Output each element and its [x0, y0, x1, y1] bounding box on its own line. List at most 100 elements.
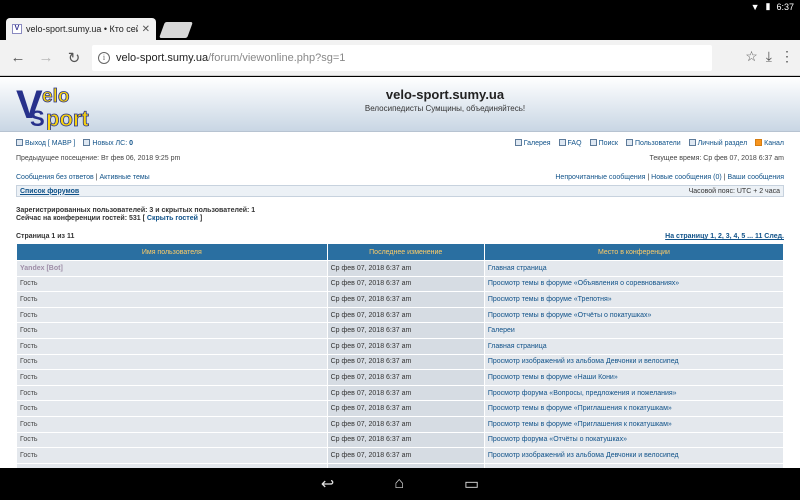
nav-back-icon[interactable]: ↩ — [321, 474, 334, 494]
timezone-text: Часовой пояс: UTC + 2 часа — [688, 187, 780, 195]
breadcrumb: Список форумов Часовой пояс: UTC + 2 час… — [16, 185, 784, 197]
cell-last-update: Ср фев 07, 2018 6:37 am — [326, 353, 485, 371]
logout-link[interactable]: Выход [ MABP ] — [25, 140, 75, 147]
close-tab-icon[interactable]: ✕ — [142, 24, 150, 35]
cell-last-update: Ср фев 07, 2018 6:37 am — [326, 291, 485, 308]
user-nav: Выход [ MABP ] Новых ЛС: 0 Галерея FAQ П… — [16, 139, 784, 147]
battery-icon: ▮ — [765, 1, 771, 11]
cell-last-update: Ср фев 07, 2018 6:37 am — [326, 306, 485, 324]
cell-username: Гость — [16, 431, 328, 449]
current-time-text: Текущее время: Ср фев 07, 2018 6:37 am — [649, 155, 784, 162]
search-link[interactable]: Поиск — [599, 140, 618, 147]
forward-arrow-icon[interactable]: → — [32, 49, 60, 66]
android-status-bar: ▼ ▮ 6:37 — [0, 0, 800, 14]
column-header-last-update[interactable]: Последнее изменение — [326, 243, 485, 261]
cell-username: Гость — [16, 291, 328, 308]
cell-username: Гость — [16, 337, 328, 355]
cell-location[interactable]: Просмотр изображений из альбома Девчонки… — [483, 447, 785, 464]
menu-dots-icon[interactable]: ⋮ — [780, 48, 794, 65]
status-time: 6:37 — [776, 1, 794, 12]
cell-last-update: Ср фев 07, 2018 6:37 am — [326, 400, 485, 417]
site-info-icon[interactable]: i — [98, 52, 110, 64]
cell-location[interactable]: Галереи — [483, 322, 785, 339]
cell-username: Гость — [16, 384, 328, 402]
table-row: Гость Ср фев 07, 2018 6:37 am Просмотр тем… — [16, 369, 785, 386]
cell-last-update: Ср фев 07, 2018 6:37 am — [326, 322, 485, 339]
rss-feed-icon — [755, 139, 763, 146]
faq-link[interactable]: FAQ — [568, 140, 582, 147]
forum-header: V elo S port velo-sport.sumy.ua Велосипе… — [0, 77, 800, 132]
url-host: velo-sport.sumy.ua — [116, 52, 209, 64]
tab-title: velo-sport.sumy.ua • Кто сейчас — [26, 24, 138, 34]
breadcrumb-forum-index[interactable]: Список форумов — [20, 188, 79, 195]
new-tab-button[interactable] — [159, 22, 193, 38]
cell-location[interactable]: Просмотр темы в форуме «Объявления о сор… — [483, 275, 785, 293]
hide-guests-link[interactable]: Скрыть гостей — [147, 215, 198, 222]
table-row: ГостьСр фев 07, 2018 6:37 amГлавная стра… — [16, 337, 785, 355]
cell-location[interactable]: Просмотр темы в форуме «Приглашения к по… — [483, 400, 785, 417]
cell-location[interactable]: Просмотр темы в форуме «Трепотня» — [483, 291, 785, 308]
table-row: Гость Ср фев 07, 2018 6:37 am Просмотр тем… — [16, 291, 785, 308]
online-stats: Зарегистрированных пользователей: 3 и ск… — [16, 207, 784, 223]
back-arrow-icon[interactable]: ← — [4, 49, 32, 66]
members-link[interactable]: Пользователи — [635, 140, 681, 147]
table-row: Гость Ср фев 07, 2018 6:37 am Просмотр тем… — [16, 275, 785, 293]
column-header-location[interactable]: Место в конференции — [483, 243, 785, 261]
cell-last-update: Ср фев 07, 2018 6:37 am — [326, 415, 485, 433]
cell-last-update: Ср фев 07, 2018 6:37 am — [326, 337, 485, 355]
ucp-link[interactable]: Личный раздел — [698, 140, 748, 147]
gallery-link[interactable]: Галерея — [524, 140, 551, 147]
pm-icon — [83, 139, 91, 146]
cell-username: Гость — [16, 447, 328, 464]
cell-location[interactable]: Главная страница — [483, 337, 785, 355]
members-icon — [625, 139, 633, 146]
browser-toolbar: ← → ↻ i velo-sport.sumy.ua/forum/viewonl… — [0, 40, 800, 76]
pagination: Страница 1 из 11 На страницу 1, 2, 3, 4,… — [16, 233, 784, 240]
your-posts-link[interactable]: Ваши сообщения — [727, 174, 784, 181]
table-row: Гость Ср фев 07, 2018 6:37 am Просмотр тем… — [16, 306, 785, 324]
cell-last-update: Ср фев 07, 2018 6:37 am — [326, 369, 485, 386]
wifi-icon: ▼ — [750, 1, 760, 12]
cell-last-update: Ср фев 07, 2018 6:37 am — [326, 260, 485, 277]
reload-icon[interactable]: ↻ — [60, 49, 88, 67]
unanswered-posts-link[interactable]: Сообщения без ответов — [16, 174, 94, 181]
column-header-username[interactable]: Имя пользователя — [16, 243, 328, 261]
cell-location[interactable]: Главная страница — [483, 260, 785, 277]
table-row: Гость Ср фев 07, 2018 6:37 am Просмотр тем… — [16, 400, 785, 417]
active-topics-link[interactable]: Активные темы — [99, 174, 149, 181]
new-posts-link[interactable]: Новые сообщения (0) — [651, 174, 722, 181]
site-title: velo-sport.sumy.ua — [385, 87, 505, 102]
guests-text: Сейчас на конференции гостей: 531 — [16, 215, 141, 222]
bookmark-star-icon[interactable]: ☆ — [745, 48, 758, 65]
feed-link[interactable]: Канал — [764, 140, 784, 147]
page-links[interactable]: На страницу 1, 2, 3, 4, 5 ... 11 След. — [665, 233, 784, 240]
table-row: Гость Ср фев 07, 2018 6:37 am Просмотр тем… — [16, 415, 785, 433]
search-links: Сообщения без ответов | Активные темы Не… — [16, 174, 784, 181]
cell-username: Гость — [16, 275, 328, 293]
site-favicon-icon: V — [12, 24, 22, 34]
unread-posts-link[interactable]: Непрочитанные сообщения — [555, 174, 645, 181]
cell-location[interactable]: Просмотр изображений из альбома Девчонки… — [483, 353, 785, 371]
site-description: Велосипедисты Сумщины, объединяйтесь! — [364, 104, 526, 113]
cell-username: Гость — [16, 322, 328, 339]
online-users-table: Имя пользователя Последнее изменение Мес… — [16, 243, 785, 468]
cell-location[interactable]: Просмотр темы в форуме «Приглашения к по… — [483, 415, 785, 433]
cell-location[interactable]: Просмотр форума «Отчёты о покатушках» — [483, 431, 785, 449]
cell-location[interactable]: Просмотр темы в форуме «Наши Кони» — [483, 369, 785, 386]
cell-location[interactable]: Просмотр форума «Вопросы, предложения и … — [483, 384, 785, 402]
cell-location[interactable]: Просмотр темы в форуме «Отчёты о покатуш… — [483, 306, 785, 324]
cell-username[interactable]: Yandex [Bot] — [16, 260, 328, 277]
registered-users-text: Зарегистрированных пользователей: 3 и ск… — [16, 207, 256, 214]
browser-tab-active[interactable]: V velo-sport.sumy.ua • Кто сейчас ✕ — [6, 18, 156, 40]
cell-username: Гость — [16, 400, 328, 417]
cell-last-update: Ср фев 07, 2018 6:37 am — [326, 447, 485, 464]
cell-last-update: Ср фев 07, 2018 6:37 am — [326, 431, 485, 449]
nav-home-icon[interactable]: ⌂ — [394, 475, 404, 493]
private-messages-link[interactable]: Новых ЛС: 0 — [92, 140, 133, 147]
address-bar[interactable]: i velo-sport.sumy.ua/forum/viewonline.ph… — [92, 45, 712, 71]
gallery-icon — [514, 139, 522, 146]
download-icon[interactable]: ⤓ — [766, 48, 772, 65]
cell-username: Гость — [16, 353, 328, 371]
nav-recents-icon[interactable]: ▭ — [464, 474, 479, 494]
android-nav-bar: ↩ ⌂ ▭ — [0, 468, 800, 500]
